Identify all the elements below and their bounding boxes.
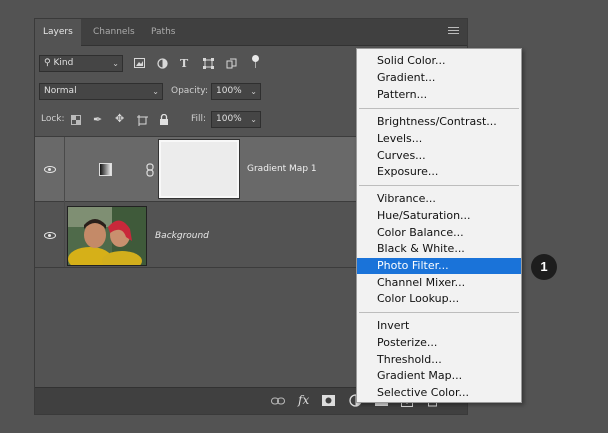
- background-photo-thumbnail[interactable]: [67, 206, 147, 266]
- layer-divider: [64, 137, 65, 202]
- menu-item-gradient-map[interactable]: Gradient Map...: [357, 368, 521, 384]
- menu-separator: [359, 312, 519, 313]
- blend-mode-select[interactable]: Normal ⌄: [39, 83, 163, 100]
- kind-label: Kind: [53, 58, 74, 68]
- layer-mask-thumbnail[interactable]: [158, 139, 240, 199]
- opacity-input[interactable]: 100% ⌄: [211, 83, 261, 100]
- tab-paths[interactable]: Paths: [143, 19, 183, 45]
- menu-item-black-white[interactable]: Black & White...: [357, 241, 521, 257]
- menu-item-gradient[interactable]: Gradient...: [357, 70, 521, 86]
- tab-channels[interactable]: Channels: [85, 19, 143, 45]
- smart-object-filter-icon[interactable]: [226, 58, 237, 69]
- callout-badge: 1: [531, 254, 557, 280]
- mask-link-chain-icon[interactable]: [145, 163, 155, 177]
- chevron-down-icon[interactable]: ⌄: [250, 84, 257, 99]
- fill-value: 100%: [216, 114, 242, 124]
- adjustment-layer-menu: Solid Color... Gradient... Pattern... Br…: [356, 48, 522, 403]
- fx-icon[interactable]: fx: [298, 393, 309, 407]
- menu-item-posterize[interactable]: Posterize...: [357, 335, 521, 351]
- search-icon: ⚲: [44, 58, 51, 68]
- menu-item-hue-saturation[interactable]: Hue/Saturation...: [357, 208, 521, 224]
- lock-artboard-icon[interactable]: [137, 115, 148, 126]
- visibility-eye-icon[interactable]: [44, 232, 56, 239]
- fill-input[interactable]: 100% ⌄: [211, 111, 261, 128]
- layer-name[interactable]: Background: [155, 231, 209, 241]
- chevron-down-icon[interactable]: ⌄: [250, 112, 257, 127]
- menu-item-color-balance[interactable]: Color Balance...: [357, 225, 521, 241]
- menu-item-color-lookup[interactable]: Color Lookup...: [357, 291, 521, 307]
- gradient-map-adjustment-icon: [99, 163, 112, 176]
- fill-label: Fill:: [191, 114, 207, 124]
- menu-item-solid-color[interactable]: Solid Color...: [357, 53, 521, 69]
- filter-toggle-stem: [255, 62, 256, 68]
- menu-item-invert[interactable]: Invert: [357, 318, 521, 334]
- opacity-value: 100%: [216, 86, 242, 96]
- link-layers-icon[interactable]: [271, 397, 285, 405]
- adjustment-filter-icon[interactable]: [157, 58, 168, 69]
- menu-item-brightness-contrast[interactable]: Brightness/Contrast...: [357, 114, 521, 130]
- blend-mode-value: Normal: [44, 86, 77, 96]
- panel-tab-bar: Layers Channels Paths: [35, 19, 467, 46]
- menu-item-exposure[interactable]: Exposure...: [357, 164, 521, 180]
- shape-filter-icon[interactable]: [203, 58, 214, 69]
- menu-item-curves[interactable]: Curves...: [357, 148, 521, 164]
- chevron-down-icon: ⌄: [152, 87, 159, 96]
- lock-transparent-pixels-icon[interactable]: [71, 115, 81, 125]
- filter-toggle-icon[interactable]: [252, 55, 259, 62]
- layer-name[interactable]: Gradient Map 1: [247, 164, 317, 174]
- lock-label: Lock:: [41, 114, 65, 124]
- chevron-down-icon: ⌄: [112, 59, 119, 68]
- opacity-label: Opacity:: [171, 86, 208, 96]
- tab-layers[interactable]: Layers: [35, 19, 81, 46]
- image-filter-icon[interactable]: [134, 58, 145, 68]
- type-filter-icon[interactable]: T: [180, 58, 188, 70]
- kind-filter-select[interactable]: ⚲ Kind ⌄: [39, 55, 123, 72]
- panel-menu-icon[interactable]: [448, 25, 459, 37]
- menu-item-levels[interactable]: Levels...: [357, 131, 521, 147]
- menu-item-selective-color[interactable]: Selective Color...: [357, 385, 521, 401]
- menu-item-photo-filter[interactable]: Photo Filter...: [357, 258, 521, 274]
- menu-item-vibrance[interactable]: Vibrance...: [357, 191, 521, 207]
- lock-image-pixels-icon[interactable]: ✒: [93, 114, 102, 126]
- menu-item-channel-mixer[interactable]: Channel Mixer...: [357, 275, 521, 291]
- menu-separator: [359, 108, 519, 109]
- menu-separator: [359, 185, 519, 186]
- layer-divider: [64, 202, 65, 267]
- visibility-eye-icon[interactable]: [44, 166, 56, 173]
- lock-all-icon[interactable]: [159, 114, 169, 125]
- add-mask-icon[interactable]: [322, 395, 335, 406]
- menu-item-threshold[interactable]: Threshold...: [357, 352, 521, 368]
- lock-position-icon[interactable]: ✥: [115, 113, 124, 125]
- menu-item-pattern[interactable]: Pattern...: [357, 87, 521, 103]
